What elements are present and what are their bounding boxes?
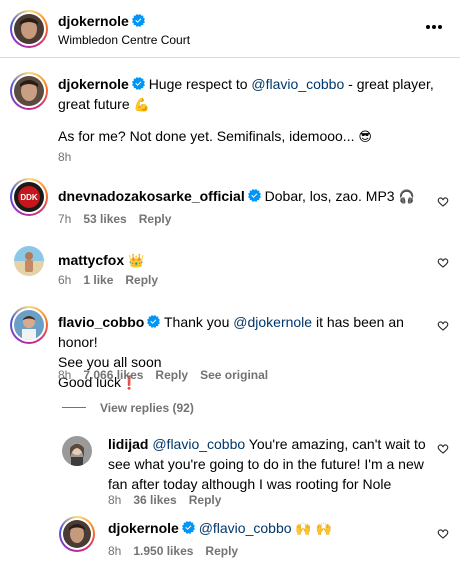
reply-likes[interactable]: 36 likes bbox=[133, 493, 176, 507]
caption-line3: As for me? Not done yet. Semifinals, ide… bbox=[58, 128, 355, 144]
comment-likes[interactable]: 7.066 likes bbox=[83, 368, 143, 382]
flexed-biceps-icon: 💪 bbox=[133, 98, 150, 113]
comment-likes[interactable]: 1 like bbox=[83, 273, 113, 287]
caption-line3-row: As for me? Not done yet. Semifinals, ide… bbox=[58, 126, 372, 148]
caption-username[interactable]: djokernole bbox=[58, 76, 129, 92]
sunglasses-icon: 😎 bbox=[358, 130, 372, 145]
caption-text-part1: Huge respect to bbox=[148, 76, 252, 92]
svg-text:DDK: DDK bbox=[20, 193, 38, 202]
header-location[interactable]: Wimbledon Centre Court bbox=[58, 33, 190, 47]
reply-button[interactable]: Reply bbox=[205, 544, 238, 558]
replies-divider bbox=[62, 407, 86, 408]
comment-meta: 8h 7.066 likes Reply See original bbox=[58, 368, 280, 382]
profile-photo-icon bbox=[14, 76, 44, 106]
comment-time: 8h bbox=[58, 368, 72, 382]
view-replies-button[interactable]: View replies (92) bbox=[100, 401, 194, 415]
comment-mention[interactable]: @djokernole bbox=[233, 314, 312, 330]
reply-body-line2: see what you're going to do in the futur… bbox=[108, 456, 424, 472]
like-heart-icon[interactable] bbox=[437, 196, 449, 208]
reply-meta: 8h 36 likes Reply bbox=[108, 493, 233, 507]
reply-button[interactable]: Reply bbox=[139, 212, 172, 226]
ddk-logo-icon: DDK bbox=[14, 182, 44, 212]
verified-icon bbox=[248, 189, 261, 202]
reply-username[interactable]: lidijad bbox=[108, 436, 148, 452]
comment-avatar[interactable]: DDK bbox=[10, 178, 48, 216]
verified-icon bbox=[132, 77, 145, 90]
comment-text: mattycfox 👑 bbox=[58, 250, 144, 272]
reply-time: 8h bbox=[108, 544, 122, 558]
reply-body-part1: You're amazing, can't wait to bbox=[245, 436, 426, 452]
comment-username[interactable]: flavio_cobbo bbox=[58, 314, 144, 330]
comment-time: 6h bbox=[58, 273, 72, 287]
crown-icon: 👑 bbox=[128, 254, 145, 269]
profile-photo-icon bbox=[14, 246, 44, 276]
comment-meta: 7h 53 likes Reply bbox=[58, 212, 183, 226]
comment-username[interactable]: dnevnadozakosarke_official bbox=[58, 188, 245, 204]
comment-meta: 6h 1 like Reply bbox=[58, 273, 170, 287]
see-original-button[interactable]: See original bbox=[200, 368, 268, 382]
profile-photo-icon bbox=[14, 310, 44, 340]
comment-avatar[interactable] bbox=[10, 306, 48, 344]
reply-text: lidijad @flavio_cobbo You're amazing, ca… bbox=[108, 434, 448, 494]
reply-username[interactable]: djokernole bbox=[108, 520, 179, 536]
like-heart-icon[interactable] bbox=[437, 320, 449, 332]
header-avatar[interactable] bbox=[10, 10, 48, 48]
like-heart-icon[interactable] bbox=[437, 443, 449, 455]
profile-photo-icon bbox=[14, 14, 44, 44]
reply-avatar[interactable] bbox=[62, 436, 92, 466]
profile-photo-icon bbox=[62, 436, 92, 466]
like-heart-icon[interactable] bbox=[437, 528, 449, 540]
reply-text: djokernole @flavio_cobbo 🙌 🙌 bbox=[108, 518, 332, 540]
comment-text: dnevnadozakosarke_official Dobar, los, z… bbox=[58, 186, 415, 208]
verified-icon bbox=[147, 315, 160, 328]
comment-body-part1: Thank you bbox=[164, 314, 234, 330]
post-header: djokernole Wimbledon Centre Court bbox=[0, 0, 460, 58]
reply-mention[interactable]: @flavio_cobbo bbox=[152, 436, 245, 452]
like-heart-icon[interactable] bbox=[437, 257, 449, 269]
caption-text: djokernole Huge respect to @flavio_cobbo… bbox=[58, 74, 453, 116]
reply-avatar[interactable] bbox=[59, 516, 95, 552]
caption-time: 8h bbox=[58, 150, 72, 164]
header-username-row: djokernole bbox=[58, 13, 145, 29]
reply-time: 8h bbox=[108, 493, 122, 507]
reply-button[interactable]: Reply bbox=[155, 368, 188, 382]
comment-time: 7h bbox=[58, 212, 72, 226]
caption-mention[interactable]: @flavio_cobbo bbox=[251, 76, 344, 92]
reply-meta: 8h 1.950 likes Reply bbox=[108, 544, 250, 558]
reply-button[interactable]: Reply bbox=[125, 273, 158, 287]
profile-photo-icon bbox=[63, 520, 91, 548]
headphone-icon: 🎧 bbox=[398, 190, 415, 205]
reply-likes[interactable]: 1.950 likes bbox=[133, 544, 193, 558]
caption-text-part2: - great player, bbox=[344, 76, 434, 92]
caption-avatar[interactable] bbox=[10, 72, 48, 110]
caption-line2: great future bbox=[58, 96, 130, 112]
reply-body-line3: fan after today although I was rooting f… bbox=[108, 476, 392, 492]
comment-avatar[interactable] bbox=[14, 246, 44, 276]
comment-likes[interactable]: 53 likes bbox=[83, 212, 126, 226]
more-horizontal-icon[interactable] bbox=[425, 24, 443, 30]
verified-icon bbox=[182, 521, 195, 534]
comment-body: Dobar, los, zao. MP3 bbox=[264, 188, 395, 204]
reply-mention[interactable]: @flavio_cobbo bbox=[199, 520, 292, 536]
reply-button[interactable]: Reply bbox=[189, 493, 222, 507]
header-username[interactable]: djokernole bbox=[58, 13, 129, 29]
comment-username[interactable]: mattycfox bbox=[58, 252, 124, 268]
caption-meta: 8h bbox=[58, 150, 83, 164]
verified-icon bbox=[132, 14, 145, 27]
raising-hands-icon: 🙌 🙌 bbox=[295, 522, 332, 537]
